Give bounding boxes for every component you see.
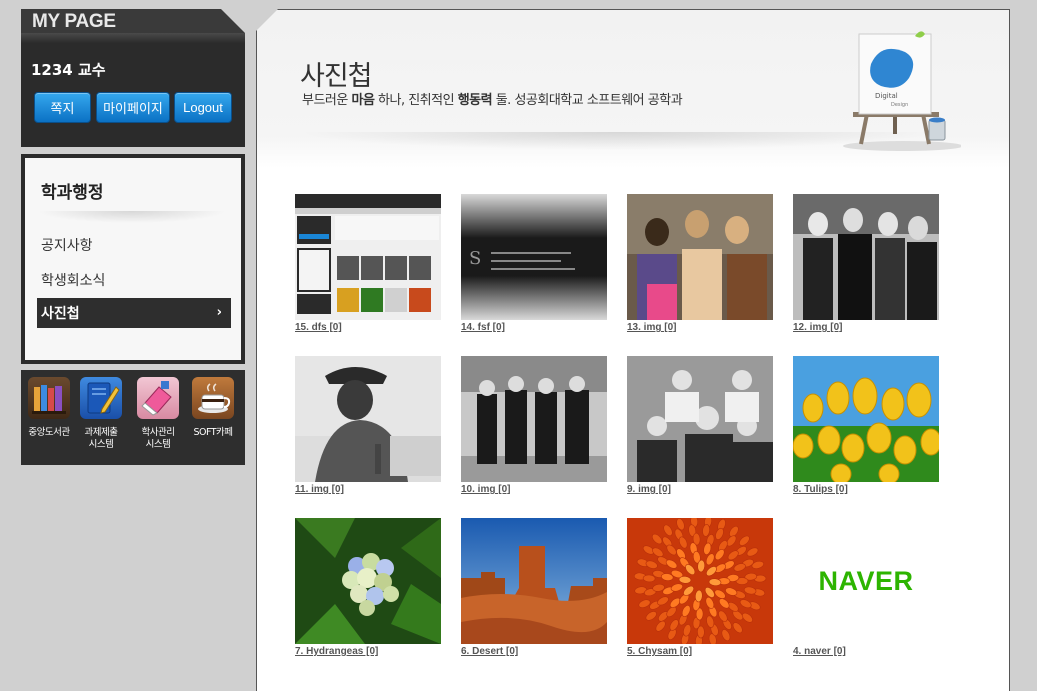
mypage-panel: MY PAGE 1234 교수 쪽지 마이페이지 Logout xyxy=(21,9,245,147)
mypage-title: MY PAGE xyxy=(32,11,116,32)
quick-link-label: 중앙도서관 xyxy=(28,427,70,438)
gallery-item[interactable]: 12. img [0] xyxy=(793,194,939,333)
gallery-thumbnail[interactable] xyxy=(295,194,441,320)
quick-link-label: 학사관리 시스템 xyxy=(141,427,175,450)
gallery-caption-link[interactable]: 13. img [0] xyxy=(627,322,773,333)
gallery-thumbnail[interactable] xyxy=(295,356,441,482)
quick-link-academic[interactable]: 학사관리 시스템 xyxy=(133,377,183,451)
menu-item-label: 공지사항 xyxy=(41,238,93,254)
gallery-item[interactable]: S 14. fsf [0] xyxy=(461,194,607,333)
gallery-item[interactable]: 6. Desert [0] xyxy=(461,518,607,657)
logout-button[interactable]: Logout xyxy=(174,92,232,123)
dept-menu-panel: 학과행정 공지사항 학생회소식 사진첩 › xyxy=(21,154,245,364)
gallery-thumbnail[interactable] xyxy=(793,194,939,320)
main-content: 사진첩 부드러운 마음 하나, 진취적인 행동력 둘. 성공회대학교 소프트웨어… xyxy=(256,9,1010,691)
quick-link-assignment[interactable]: 과제제출 시스템 xyxy=(76,377,126,451)
gallery-item[interactable]: 7. Hydrangeas [0] xyxy=(295,518,441,657)
gallery-thumbnail[interactable] xyxy=(461,356,607,482)
gallery-caption-link[interactable]: 5. Chysam [0] xyxy=(627,646,773,657)
easel-text: Design xyxy=(891,102,908,108)
mypage-button[interactable]: 마이페이지 xyxy=(96,92,170,123)
quick-link-label: SOFT카페 xyxy=(193,427,233,438)
subtitle-emphasis: 행동력 xyxy=(457,93,493,108)
easel-text: Digital xyxy=(875,92,898,100)
subtitle-part: 부드러운 xyxy=(302,93,352,108)
gallery-caption-link[interactable]: 7. Hydrangeas [0] xyxy=(295,646,441,657)
quick-link-label: 과제제출 시스템 xyxy=(84,427,118,450)
gallery-item[interactable]: 9. img [0] xyxy=(627,356,773,495)
user-name: 1234 교수 xyxy=(31,61,106,79)
gallery-caption-link[interactable]: 8. Tulips [0] xyxy=(793,484,939,495)
gallery-caption-link[interactable]: 11. img [0] xyxy=(295,484,441,495)
gallery-thumbnail[interactable] xyxy=(295,518,441,644)
gallery-thumbnail[interactable] xyxy=(461,518,607,644)
gallery-thumbnail[interactable] xyxy=(793,356,939,482)
gallery-thumbnail[interactable] xyxy=(627,356,773,482)
gallery-caption-link[interactable]: 10. img [0] xyxy=(461,484,607,495)
quick-link-soft-cafe[interactable]: SOFT카페 xyxy=(188,377,238,439)
eraser-icon xyxy=(137,377,179,419)
menu-item-photo-album[interactable]: 사진첩 › xyxy=(37,298,231,328)
mypage-divider xyxy=(21,33,245,43)
gallery-thumbnail[interactable] xyxy=(627,194,773,320)
coffee-cup-icon xyxy=(192,377,234,419)
menu-item-notice[interactable]: 공지사항 xyxy=(37,230,231,260)
quick-link-library[interactable]: 중앙도서관 xyxy=(24,377,74,439)
page-title: 사진첩 xyxy=(300,61,373,92)
gallery-item[interactable]: NAVER 4. naver [0] xyxy=(793,518,939,657)
dept-menu-title: 학과행정 xyxy=(41,183,104,203)
gallery-item[interactable]: 5. Chysam [0] xyxy=(627,518,773,657)
gallery-caption-link[interactable]: 4. naver [0] xyxy=(793,646,939,657)
menu-item-label: 학생회소식 xyxy=(41,273,106,289)
gallery-caption-link[interactable]: 14. fsf [0] xyxy=(461,322,607,333)
gallery-item[interactable]: 8. Tulips [0] xyxy=(793,356,939,495)
gallery-caption-link[interactable]: 6. Desert [0] xyxy=(461,646,607,657)
subtitle-part: 둘. 성공회대학교 소프트웨어 공학과 xyxy=(492,93,683,108)
gallery-item[interactable]: 15. dfs [0] xyxy=(295,194,441,333)
menu-item-student-news[interactable]: 학생회소식 xyxy=(37,265,231,295)
easel-illustration: Digital Design xyxy=(831,24,963,154)
chevron-right-icon: › xyxy=(216,305,222,320)
quick-links-panel: 중앙도서관 과제제출 시스템 학사관리 시스템 SOFT카페 xyxy=(21,370,245,465)
message-button[interactable]: 쪽지 xyxy=(34,92,91,123)
gallery-thumbnail[interactable] xyxy=(627,518,773,644)
gallery-item[interactable]: 13. img [0] xyxy=(627,194,773,333)
books-icon xyxy=(28,377,70,419)
dept-title-shadow xyxy=(37,211,227,223)
svg-text:S: S xyxy=(469,248,481,269)
gallery-item[interactable]: 10. img [0] xyxy=(461,356,607,495)
page-subtitle: 부드러운 마음 하나, 진취적인 행동력 둘. 성공회대학교 소프트웨어 공학과 xyxy=(302,89,683,108)
notebook-pencil-icon xyxy=(80,377,122,419)
subtitle-part: 하나, 진취적인 xyxy=(374,93,458,108)
gallery-caption-link[interactable]: 15. dfs [0] xyxy=(295,322,441,333)
menu-item-label: 사진첩 xyxy=(41,306,80,322)
page-header: 사진첩 부드러운 마음 하나, 진취적인 행동력 둘. 성공회대학교 소프트웨어… xyxy=(257,10,1009,168)
gallery-caption-link[interactable]: 9. img [0] xyxy=(627,484,773,495)
gallery-item[interactable]: 11. img [0] xyxy=(295,356,441,495)
subtitle-emphasis: 마음 xyxy=(351,93,375,108)
gallery-thumbnail[interactable]: NAVER xyxy=(793,518,939,644)
naver-logo: NAVER xyxy=(818,565,914,596)
gallery-caption-link[interactable]: 12. img [0] xyxy=(793,322,939,333)
gallery-thumbnail[interactable]: S xyxy=(461,194,607,320)
